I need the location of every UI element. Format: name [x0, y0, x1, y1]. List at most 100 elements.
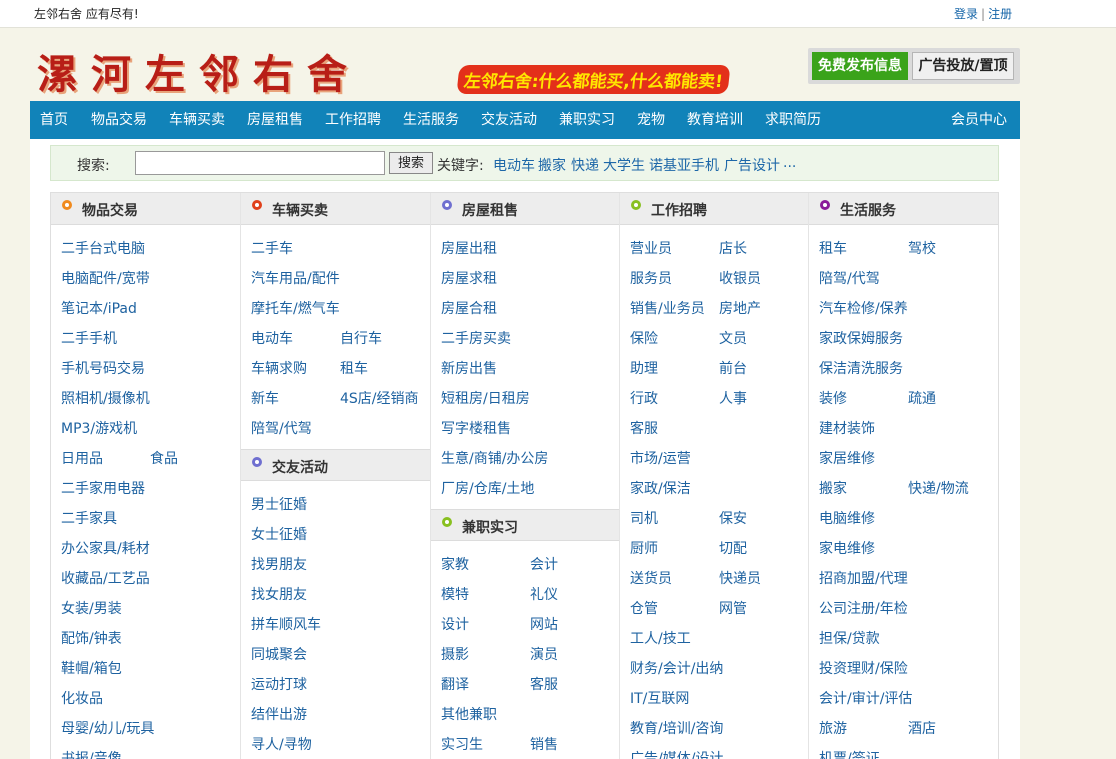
category-link[interactable]: 司机	[630, 511, 658, 527]
category-link[interactable]: 4S店/经销商	[340, 384, 419, 414]
nav-goods[interactable]: 物品交易	[91, 101, 147, 139]
category-link[interactable]: 摩托车/燃气车	[251, 301, 340, 317]
category-link[interactable]: MP3/游戏机	[61, 421, 137, 437]
category-link[interactable]: 短租房/日租房	[441, 391, 530, 407]
category-link[interactable]: 酒店	[908, 714, 936, 744]
category-link[interactable]: 公司注册/年检	[819, 601, 908, 617]
nav-resume[interactable]: 求职简历	[765, 101, 821, 139]
ad-placement-button[interactable]: 广告投放/置顶	[912, 52, 1014, 80]
category-link[interactable]: 保安	[719, 504, 747, 534]
category-link[interactable]: 房地产	[719, 294, 761, 324]
category-link[interactable]: 新房出售	[441, 361, 497, 377]
category-link[interactable]: 电动车	[251, 331, 293, 347]
search-input[interactable]	[135, 151, 385, 175]
register-link[interactable]: 注册	[988, 7, 1012, 21]
category-link[interactable]: 设计	[441, 617, 469, 633]
category-link[interactable]: 翻译	[441, 677, 469, 693]
category-link[interactable]: 收银员	[719, 264, 761, 294]
category-link[interactable]: 鞋帽/箱包	[61, 661, 122, 677]
nav-pets[interactable]: 宠物	[637, 101, 665, 139]
category-link[interactable]: 租车	[340, 354, 368, 384]
category-title[interactable]: 工作招聘	[651, 200, 707, 220]
category-link[interactable]: 车辆求购	[251, 361, 307, 377]
category-title[interactable]: 房屋租售	[462, 200, 518, 220]
category-link[interactable]: 生意/商铺/办公房	[441, 451, 548, 467]
nav-services[interactable]: 生活服务	[403, 101, 459, 139]
category-link[interactable]: 网管	[719, 594, 747, 624]
category-link[interactable]: 食品	[150, 444, 178, 474]
category-link[interactable]: 礼仪	[530, 580, 558, 610]
nav-home[interactable]: 首页	[40, 101, 68, 139]
category-link[interactable]: 陪驾/代驾	[819, 271, 880, 287]
category-link[interactable]: 市场/运营	[630, 451, 691, 467]
category-link[interactable]: 新车	[251, 391, 279, 407]
category-link[interactable]: 销售	[530, 730, 558, 759]
category-link[interactable]: 模特	[441, 587, 469, 603]
nav-member-center[interactable]: 会员中心	[951, 101, 1007, 139]
keyword-link[interactable]: 快递	[571, 155, 599, 175]
category-link[interactable]: 化妆品	[61, 691, 103, 707]
category-link[interactable]: 家电维修	[819, 541, 875, 557]
category-link[interactable]: 陪驾/代驾	[251, 421, 312, 437]
category-link[interactable]: 厨师	[630, 541, 658, 557]
category-link[interactable]: 店长	[719, 234, 747, 264]
category-link[interactable]: 招商加盟/代理	[819, 571, 908, 587]
category-link[interactable]: 演员	[530, 640, 558, 670]
category-link[interactable]: 母婴/幼儿/玩具	[61, 721, 154, 737]
login-link[interactable]: 登录	[954, 7, 978, 21]
category-link[interactable]: 会计/审计/评估	[819, 691, 912, 707]
category-link[interactable]: 寻人/寻物	[251, 737, 312, 753]
category-link[interactable]: 同城聚会	[251, 647, 307, 663]
category-link[interactable]: 装修	[819, 391, 847, 407]
category-link[interactable]: 工人/技工	[630, 631, 691, 647]
category-link[interactable]: 汽车检修/保养	[819, 301, 908, 317]
category-link[interactable]: 手机号码交易	[61, 361, 145, 377]
nav-parttime[interactable]: 兼职实习	[559, 101, 615, 139]
keyword-link[interactable]: 电动车	[493, 155, 535, 175]
category-link[interactable]: 二手车	[251, 241, 293, 257]
category-link[interactable]: 网站	[530, 610, 558, 640]
category-link[interactable]: 拼车顺风车	[251, 617, 321, 633]
free-publish-button[interactable]: 免费发布信息	[812, 52, 908, 80]
category-link[interactable]: 仓管	[630, 601, 658, 617]
category-link[interactable]: 助理	[630, 361, 658, 377]
category-link[interactable]: 其他兼职	[441, 707, 497, 723]
category-link[interactable]: 结伴出游	[251, 707, 307, 723]
category-link[interactable]: 广告/媒体/设计	[630, 751, 723, 759]
category-link[interactable]: 摄影	[441, 647, 469, 663]
category-link[interactable]: 房屋求租	[441, 271, 497, 287]
category-link[interactable]: 自行车	[340, 324, 382, 354]
category-link[interactable]: 建材装饰	[819, 421, 875, 437]
category-link[interactable]: 客服	[630, 421, 658, 437]
category-link[interactable]: 厂房/仓库/土地	[441, 481, 534, 497]
category-link[interactable]: 财务/会计/出纳	[630, 661, 723, 677]
category-link[interactable]: 教育/培训/咨询	[630, 721, 723, 737]
category-link[interactable]: 家政/保洁	[630, 481, 691, 497]
keyword-more-link[interactable]: ...	[783, 155, 796, 171]
category-link[interactable]: 女装/男装	[61, 601, 122, 617]
category-link[interactable]: 房屋合租	[441, 301, 497, 317]
category-link[interactable]: 会计	[530, 550, 558, 580]
category-link[interactable]: 家政保姆服务	[819, 331, 903, 347]
category-link[interactable]: 客服	[530, 670, 558, 700]
category-link[interactable]: 写字楼租售	[441, 421, 511, 437]
category-link[interactable]: 快递/物流	[908, 474, 969, 504]
category-link[interactable]: 找男朋友	[251, 557, 307, 573]
category-link[interactable]: 家教	[441, 557, 469, 573]
category-link[interactable]: 收藏品/工艺品	[61, 571, 150, 587]
category-link[interactable]: 汽车用品/配件	[251, 271, 340, 287]
category-link[interactable]: 前台	[719, 354, 747, 384]
category-link[interactable]: 切配	[719, 534, 747, 564]
category-link[interactable]: 找女朋友	[251, 587, 307, 603]
category-link[interactable]: 服务员	[630, 271, 672, 287]
category-link[interactable]: 二手家具	[61, 511, 117, 527]
category-link[interactable]: 男士征婚	[251, 497, 307, 513]
category-link[interactable]: 实习生	[441, 737, 483, 753]
category-title[interactable]: 兼职实习	[462, 517, 518, 537]
category-link[interactable]: 家居维修	[819, 451, 875, 467]
category-link[interactable]: 保洁清洗服务	[819, 361, 903, 377]
category-title[interactable]: 车辆买卖	[272, 200, 328, 220]
category-link[interactable]: 运动打球	[251, 677, 307, 693]
category-link[interactable]: 营业员	[630, 241, 672, 257]
category-link[interactable]: 旅游	[819, 721, 847, 737]
